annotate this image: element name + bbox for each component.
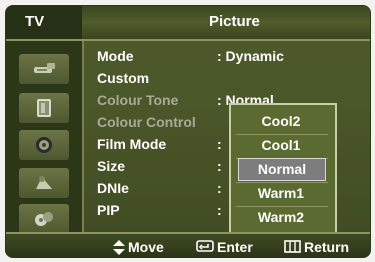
menu-item-size[interactable]: Size <box>97 158 125 174</box>
sidebar-item-channel[interactable] <box>19 168 69 198</box>
footer-move-label: Move <box>128 239 164 255</box>
menu-item-pip[interactable]: PIP <box>97 202 120 218</box>
pip-value: : <box>217 202 222 218</box>
input-icon <box>35 212 53 226</box>
sidebar-item-input[interactable] <box>19 54 69 84</box>
osd-screen: TV Picture Mode: Dynamic Custom Colour … <box>5 5 371 258</box>
mode-value: : Dynamic <box>217 48 284 64</box>
footer-enter-label: Enter <box>217 239 253 255</box>
menu-item-dnie[interactable]: DNIe <box>97 180 129 196</box>
dnie-value: : <box>217 180 222 196</box>
footer-return-label: Return <box>304 239 350 255</box>
menu-item-film-mode[interactable]: Film Mode <box>97 136 166 152</box>
move-arrows-icon <box>113 240 125 255</box>
setup-icon <box>36 176 52 189</box>
menu-header: Picture <box>82 6 370 41</box>
menu-item-custom[interactable]: Custom <box>97 70 149 86</box>
sidebar <box>6 41 84 234</box>
menu-item-colour-tone[interactable]: Colour Tone <box>97 92 178 108</box>
sidebar-item-setup[interactable] <box>19 204 69 234</box>
picture-icon <box>37 99 51 117</box>
option-warm1[interactable]: Warm1 <box>238 183 324 204</box>
option-warm2[interactable]: Warm2 <box>238 207 324 228</box>
antenna-icon <box>34 63 55 73</box>
tv-frame: TV Picture Mode: Dynamic Custom Colour … <box>0 0 375 262</box>
option-cool2[interactable]: Cool2 <box>238 111 324 132</box>
tv-tab: TV <box>6 6 82 41</box>
menu-item-colour-control[interactable]: Colour Control <box>97 114 196 130</box>
option-cool1[interactable]: Cool1 <box>238 135 324 156</box>
option-normal-selected[interactable]: Normal <box>238 158 326 181</box>
sidebar-item-picture[interactable] <box>19 93 69 123</box>
film-mode-value: : <box>217 136 222 152</box>
tv-label: TV <box>25 13 45 30</box>
sidebar-item-sound[interactable] <box>19 130 69 160</box>
sound-icon <box>36 137 52 153</box>
page-title: Picture <box>209 13 260 30</box>
enter-icon <box>196 240 214 252</box>
return-icon <box>284 240 301 253</box>
footer-bar: Move Enter Return <box>6 232 370 257</box>
size-value: : <box>217 158 222 174</box>
colour-tone-popup: Cool2 Cool1 Normal Warm1 Warm2 <box>229 103 337 234</box>
menu-item-mode[interactable]: Mode <box>97 48 134 64</box>
